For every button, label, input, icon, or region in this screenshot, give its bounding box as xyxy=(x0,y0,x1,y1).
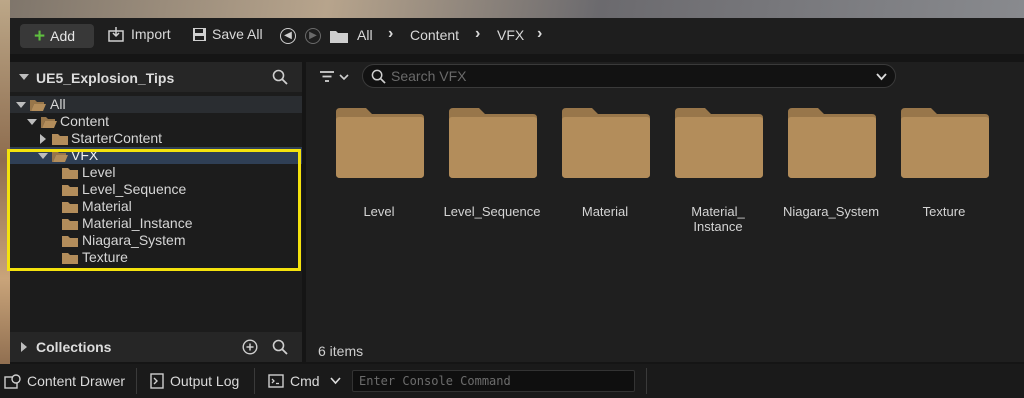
highlight-annotation-box xyxy=(7,149,301,271)
tree-item-startercontent[interactable]: StarterContent xyxy=(10,130,302,147)
search-icon[interactable] xyxy=(272,69,288,85)
import-icon xyxy=(108,27,124,42)
breadcrumb-all[interactable]: All xyxy=(357,27,373,43)
chevron-right-icon[interactable]: › xyxy=(475,25,480,43)
collapse-triangle-icon[interactable] xyxy=(19,74,29,80)
collections-header[interactable]: Collections xyxy=(10,332,302,362)
status-bar: Content Drawer Output Log Cmd xyxy=(0,364,1024,398)
forward-button[interactable]: ▶ xyxy=(305,28,321,44)
console-command-input[interactable] xyxy=(359,373,629,389)
asset-label: Level xyxy=(363,204,395,219)
cmd-label: Cmd xyxy=(290,373,320,389)
tree-item-all[interactable]: All xyxy=(10,96,302,113)
output-log-icon xyxy=(150,373,164,389)
save-icon xyxy=(193,27,206,41)
expand-triangle-icon[interactable] xyxy=(40,134,46,144)
add-label: Add xyxy=(50,28,76,44)
breadcrumb-vfx[interactable]: VFX xyxy=(497,27,524,43)
asset-label: Texture xyxy=(922,204,966,219)
asset-label: Level_Sequence xyxy=(443,204,541,219)
plus-icon: + xyxy=(34,25,46,47)
collections-label: Collections xyxy=(36,339,112,355)
folder-icon xyxy=(336,108,424,178)
save-all-button[interactable]: Save All xyxy=(192,26,263,42)
folder-icon xyxy=(52,134,68,145)
cmd-dropdown[interactable]: Cmd xyxy=(268,373,347,389)
folder-open-icon xyxy=(30,100,46,111)
content-drawer-icon xyxy=(4,373,21,389)
tree-label: StarterContent xyxy=(71,130,163,146)
arrow-left-icon: ◀ xyxy=(284,30,292,41)
folder-icon xyxy=(675,108,763,178)
sources-header[interactable]: UE5_Explosion_Tips xyxy=(10,62,302,92)
save-all-label: Save All xyxy=(212,26,263,42)
output-log-button[interactable]: Output Log xyxy=(150,373,239,389)
import-button[interactable]: Import xyxy=(108,26,171,42)
folder-icon xyxy=(901,108,989,178)
expand-triangle-icon[interactable] xyxy=(21,342,27,352)
chevron-right-icon[interactable]: › xyxy=(388,25,393,43)
toolbar: + Add Import Save All ◀ ▶ All › Content … xyxy=(10,18,1024,54)
folder-open-icon xyxy=(41,117,57,128)
sources-panel: UE5_Explosion_Tips All Content StarterCo… xyxy=(7,62,302,362)
add-collection-icon[interactable] xyxy=(242,339,258,355)
content-drawer-label: Content Drawer xyxy=(27,373,126,389)
filter-button[interactable] xyxy=(320,70,350,88)
breadcrumb-content[interactable]: Content xyxy=(410,27,459,43)
import-label: Import xyxy=(131,26,171,42)
tree-label: Content xyxy=(60,113,110,129)
search-icon[interactable] xyxy=(272,339,288,355)
chevron-down-icon xyxy=(329,377,341,385)
terminal-icon xyxy=(268,374,284,388)
divider xyxy=(136,368,137,394)
search-bar[interactable] xyxy=(362,64,896,88)
divider xyxy=(254,368,255,394)
folder-icon xyxy=(562,108,650,178)
folder-icon xyxy=(330,31,348,43)
arrow-right-icon: ▶ xyxy=(309,30,317,41)
expand-triangle-icon[interactable] xyxy=(27,119,37,125)
asset-label: Material_ Instance xyxy=(691,204,745,234)
asset-view-panel: Level Level_Sequence Material Material_ … xyxy=(306,62,1024,362)
chevron-down-icon[interactable] xyxy=(876,73,887,81)
tree-item-content[interactable]: Content xyxy=(10,113,302,130)
search-input[interactable] xyxy=(391,67,871,85)
project-title: UE5_Explosion_Tips xyxy=(36,70,175,86)
back-button[interactable]: ◀ xyxy=(280,28,296,44)
expand-triangle-icon[interactable] xyxy=(16,102,26,108)
folder-icon xyxy=(788,108,876,178)
item-count: 6 items xyxy=(318,343,364,359)
content-drawer-button[interactable]: Content Drawer xyxy=(4,373,125,389)
search-icon xyxy=(371,69,386,84)
add-button[interactable]: + Add xyxy=(20,24,94,48)
output-log-label: Output Log xyxy=(170,373,240,389)
filter-icon xyxy=(320,71,349,82)
tree-label: All xyxy=(50,96,66,112)
asset-label: Niagara_System xyxy=(782,204,880,219)
content-browser-window: + Add Import Save All ◀ ▶ All › Content … xyxy=(7,18,1024,364)
asset-label: Material xyxy=(581,204,629,219)
console-command-box[interactable] xyxy=(352,370,635,392)
divider xyxy=(646,368,647,394)
chevron-right-icon[interactable]: › xyxy=(537,25,542,43)
folder-icon xyxy=(449,108,537,178)
